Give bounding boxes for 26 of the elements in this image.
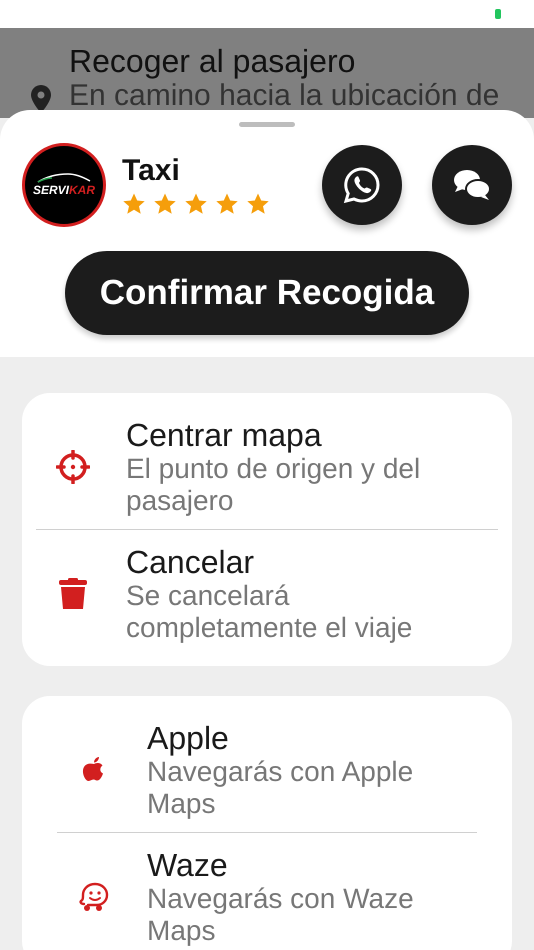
star-icon [122, 192, 146, 216]
battery-icon [495, 9, 501, 19]
driver-name: Taxi [122, 154, 181, 188]
trip-status-subtitle: En camino hacia la ubicación de [69, 80, 500, 112]
chat-button[interactable] [432, 145, 512, 225]
option-title[interactable]: Centrar mapa [126, 417, 441, 453]
trash-icon [56, 577, 90, 611]
trip-status-title: Recoger al pasajero [69, 42, 356, 80]
confirm-pickup-button[interactable]: Confirmar Recogida [65, 251, 469, 335]
star-icon [153, 192, 177, 216]
crosshair-icon [56, 450, 90, 484]
star-icon [215, 192, 239, 216]
option-title[interactable]: Apple [147, 720, 462, 756]
star-icon [246, 192, 270, 216]
option-title[interactable]: Waze [147, 847, 462, 883]
option-description: Navegarás con Apple Maps [147, 756, 414, 820]
drag-handle[interactable] [239, 122, 295, 127]
whatsapp-button[interactable] [322, 145, 402, 225]
star-icon [184, 192, 208, 216]
option-description: El punto de origen y del pasajero [126, 453, 422, 517]
waze-icon [77, 880, 111, 914]
option-description: Navegarás con Waze Maps [147, 883, 415, 947]
option-title[interactable]: Cancelar [126, 544, 441, 580]
option-description: Se cancelará completamente el viaje [126, 580, 414, 644]
whatsapp-icon [342, 165, 382, 205]
company-logo: SERVIKAR [22, 143, 106, 227]
